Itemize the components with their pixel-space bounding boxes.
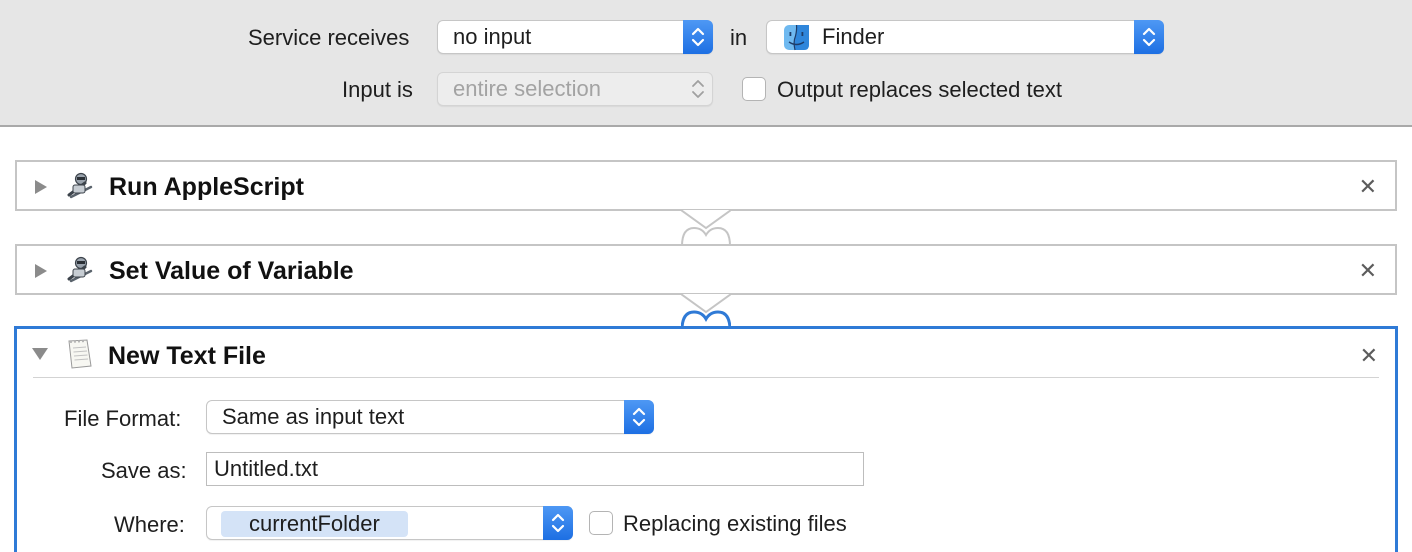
in-label: in — [730, 25, 748, 50]
input-is-popup[interactable]: entire selection — [437, 72, 713, 106]
service-receives-label: Service receives — [248, 25, 410, 50]
disclosure-triangle-right-icon[interactable] — [33, 262, 49, 285]
application-value: Finder — [822, 24, 885, 49]
file-format-value: Same as input text — [222, 404, 405, 429]
service-settings-bar: Service receives no input in Finder Inpu… — [0, 0, 1412, 127]
action-run-applescript[interactable]: Run AppleScript ✕ — [15, 160, 1397, 211]
save-as-field[interactable]: Untitled.txt — [206, 452, 864, 486]
popup-stepper-icon — [1134, 20, 1164, 54]
save-as-label: Save as: — [101, 458, 187, 483]
close-icon[interactable]: ✕ — [1359, 176, 1377, 198]
where-popup[interactable]: currentFolder — [206, 506, 573, 540]
service-receives-popup[interactable]: no input — [437, 20, 713, 54]
action-title: New Text File — [108, 342, 266, 370]
save-as-value: Untitled.txt — [214, 456, 318, 481]
where-label: Where: — [114, 512, 185, 537]
close-icon[interactable]: ✕ — [1359, 260, 1377, 282]
input-is-label: Input is — [342, 77, 413, 102]
text-document-icon — [64, 337, 94, 376]
disclosure-triangle-down-icon[interactable] — [31, 346, 49, 367]
close-icon[interactable]: ✕ — [1360, 345, 1378, 367]
finder-icon — [783, 24, 810, 56]
popup-stepper-icon — [683, 72, 713, 106]
action-title: Run AppleScript — [109, 173, 304, 201]
variable-token: currentFolder — [221, 511, 408, 537]
output-replaces-label: Output replaces selected text — [777, 77, 1062, 102]
action-title: Set Value of Variable — [109, 257, 354, 285]
output-replaces-checkbox[interactable] — [742, 77, 766, 101]
disclosure-triangle-right-icon[interactable] — [33, 178, 49, 201]
action-new-text-file[interactable]: New Text File ✕ File Format: Same as inp… — [14, 326, 1398, 552]
action-header-divider — [33, 377, 1379, 378]
action-set-value-of-variable[interactable]: Set Value of Variable ✕ — [15, 244, 1397, 295]
replacing-existing-files-label: Replacing existing files — [623, 511, 847, 536]
script-robot-icon — [65, 255, 95, 290]
replacing-existing-files-checkbox[interactable] — [589, 511, 613, 535]
application-popup[interactable]: Finder — [766, 20, 1164, 54]
file-format-popup[interactable]: Same as input text — [206, 400, 654, 434]
service-receives-value: no input — [453, 24, 532, 49]
popup-stepper-icon — [683, 20, 713, 54]
input-is-value: entire selection — [453, 76, 601, 101]
file-format-label: File Format: — [64, 406, 182, 431]
popup-stepper-icon — [543, 506, 573, 540]
script-robot-icon — [65, 171, 95, 206]
popup-stepper-icon — [624, 400, 654, 434]
action-connector — [681, 209, 731, 247]
